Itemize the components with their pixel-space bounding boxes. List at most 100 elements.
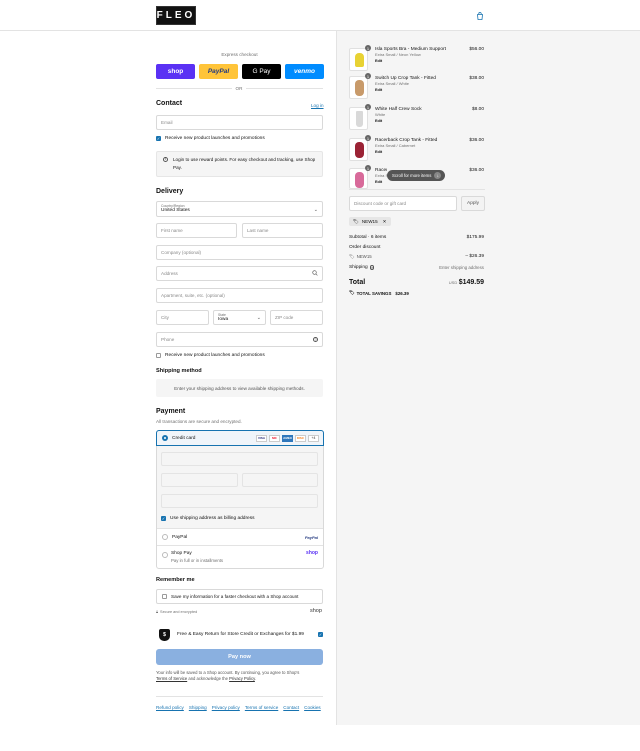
total-savings-label: TOTAL SAVINGS	[356, 290, 392, 296]
credit-card-option[interactable]: Credit card VISA MC AMEX DISC +4	[156, 430, 324, 446]
help-icon[interactable]: ?	[369, 265, 375, 270]
brand-logo[interactable]: FLEO	[156, 6, 196, 25]
product-thumbnail	[349, 48, 368, 71]
login-link[interactable]: Log in	[311, 103, 324, 108]
shop-pay-logo: shop	[306, 550, 318, 556]
product-image	[355, 53, 364, 67]
venmo-button[interactable]: venmo	[285, 64, 324, 79]
first-name-field[interactable]: First name	[156, 223, 237, 238]
legal-text: Your info will be saved to a Shop accoun…	[156, 670, 326, 682]
item-price: $36.00	[469, 168, 484, 173]
chevron-down-icon: ⌄	[256, 315, 261, 321]
paypal-label: PayPal	[172, 534, 188, 540]
discount-value: – $26.39	[465, 254, 484, 259]
tag-icon: 🏷︎	[353, 218, 359, 224]
checkbox-unchecked-icon[interactable]	[162, 594, 167, 599]
discount-code-field[interactable]: Discount code or gift card	[349, 196, 457, 211]
footer-link-contact[interactable]: Contact	[283, 705, 299, 710]
shipping-method-placeholder: Enter your shipping address to view avai…	[156, 379, 323, 397]
card-number-field[interactable]	[161, 452, 318, 466]
delivery-newsletter-label: Receive new product launches and promoti…	[165, 353, 265, 358]
shop-pay-option[interactable]: Shop Pay Pay in full or in installments …	[157, 545, 323, 568]
shipping-value: Enter shipping address	[439, 265, 484, 270]
returns-label: Free & Easy Return for Store Credit or E…	[177, 632, 304, 637]
pay-now-button[interactable]: Pay now	[156, 649, 323, 665]
item-variant: Extra Small / White	[375, 81, 410, 86]
item-edit-link[interactable]: Edit	[375, 59, 446, 63]
terms-of-service-link[interactable]: Terms of Service	[156, 676, 187, 681]
country-select[interactable]: Country/Region United States ⌄	[156, 201, 323, 217]
checkbox-unchecked-icon[interactable]	[156, 353, 161, 358]
item-edit-link[interactable]: Edit	[375, 119, 422, 123]
phone-field[interactable]: Phone ?	[156, 332, 323, 347]
contact-newsletter-checkbox-row[interactable]: ✓ Receive new product launches and promo…	[156, 136, 265, 141]
shipping-label: Shipping	[349, 265, 368, 270]
remove-discount-icon[interactable]: ✕	[383, 219, 387, 225]
item-edit-link[interactable]: Edit	[375, 150, 437, 154]
footer-link-terms-of-service[interactable]: Terms of service	[245, 705, 278, 710]
footer-divider	[156, 696, 323, 697]
card-cvv-field[interactable]	[242, 473, 318, 487]
scroll-more-pill[interactable]: Scroll for more items ↓	[387, 170, 445, 181]
shop-pay-button[interactable]: shop	[156, 64, 195, 79]
paypal-option[interactable]: PayPal PayPal	[157, 528, 323, 545]
last-name-field[interactable]: Last name	[242, 223, 323, 238]
order-discount-code-row: 🏷︎ NEW15	[349, 254, 372, 260]
company-field[interactable]: Company (optional)	[156, 245, 323, 260]
total-label: Total	[349, 279, 366, 286]
or-divider-label: OR	[232, 85, 246, 91]
delivery-newsletter-checkbox-row[interactable]: Receive new product launches and promoti…	[156, 353, 265, 358]
radio-unselected-icon[interactable]	[162, 552, 168, 558]
state-select[interactable]: State Iowa ⌄	[213, 310, 266, 325]
card-name-field[interactable]	[161, 494, 318, 508]
radio-selected-icon[interactable]	[162, 435, 168, 441]
items-divider	[349, 189, 485, 190]
shop-pay-sublabel: Pay in full or in installments	[171, 558, 224, 563]
radio-unselected-icon[interactable]	[162, 534, 168, 540]
footer-link-privacy-policy[interactable]: Privacy policy	[212, 705, 240, 710]
help-icon[interactable]: ?	[313, 337, 318, 342]
zip-field[interactable]: ZIP code	[270, 310, 323, 325]
item-variant: Extra Small / Cabernet	[375, 143, 416, 148]
footer-link-refund-policy[interactable]: Refund policy	[156, 705, 184, 710]
order-discount-label: Order discount	[349, 245, 381, 250]
scroll-more-label: Scroll for more items	[392, 173, 432, 178]
product-thumbnail	[349, 107, 368, 130]
privacy-policy-link[interactable]: Privacy Policy	[229, 676, 255, 681]
apply-discount-button[interactable]: Apply	[461, 196, 485, 211]
footer-link-shipping[interactable]: Shipping	[189, 705, 207, 710]
paypal-button[interactable]: PayPal	[199, 64, 238, 79]
billing-checkbox-row[interactable]: ✓ Use shipping address as billing addres…	[161, 516, 255, 521]
product-thumbnail	[349, 76, 368, 99]
item-edit-link[interactable]: Edit	[375, 180, 387, 184]
remember-me-checkbox-row[interactable]: Save my information for a faster checkou…	[156, 589, 323, 604]
express-checkout-title: Express checkout	[221, 52, 258, 57]
arrow-down-icon: ↓	[434, 172, 442, 179]
total-value: $149.59	[458, 279, 484, 286]
footer-links: Refund policy Shipping Privacy policy Te…	[156, 705, 321, 710]
item-price: $38.00	[469, 76, 484, 81]
secure-label: Secure and encrypted	[160, 610, 198, 614]
total-row: USD $149.59	[440, 279, 484, 286]
address-field[interactable]: Address	[156, 266, 323, 281]
subtotal-value: $175.99	[466, 235, 484, 240]
checkbox-checked-icon[interactable]: ✓	[161, 516, 166, 521]
discount-tag: 🏷︎ NEW15 ✕	[349, 217, 391, 226]
checkbox-checked-icon[interactable]: ✓	[156, 136, 161, 141]
item-variant: Extra Small / Pink	[375, 173, 387, 178]
footer-link-cookies[interactable]: Cookies	[304, 705, 321, 710]
quantity-badge: 1	[365, 73, 371, 79]
product-image	[355, 80, 364, 96]
subtotal-label: Subtotal · 6 items	[349, 235, 387, 240]
apartment-field[interactable]: Apartment, suite, etc. (optional)	[156, 288, 323, 303]
city-field[interactable]: City	[156, 310, 209, 325]
card-expiry-field[interactable]	[161, 473, 238, 487]
email-field[interactable]: Email	[156, 115, 323, 130]
cart-icon[interactable]	[475, 11, 485, 21]
item-edit-link[interactable]: Edit	[375, 88, 436, 92]
google-pay-button[interactable]: G Pay	[242, 64, 281, 79]
returns-checkbox[interactable]: ✓	[318, 632, 323, 637]
item-price: $36.00	[469, 138, 484, 143]
product-image	[356, 111, 363, 127]
item-variant: White	[375, 112, 386, 117]
